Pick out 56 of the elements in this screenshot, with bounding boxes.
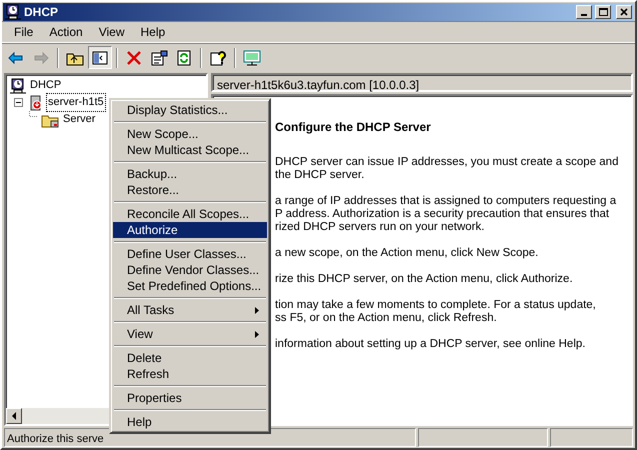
minimize-button[interactable] <box>576 5 592 19</box>
text-line: P address. Authorization is a security precaution that ensures that <box>275 208 610 221</box>
menu-item[interactable]: New Scope... <box>113 126 267 142</box>
monitor-icon <box>243 48 261 66</box>
menu-item[interactable]: Backup... <box>113 166 267 182</box>
maximize-icon <box>597 7 609 17</box>
collapse-icon[interactable] <box>14 98 23 107</box>
menu-item[interactable]: View <box>90 20 132 42</box>
details-heading: Configure the DHCP Server <box>275 119 432 136</box>
tree-item[interactable]: Server <box>62 111 96 128</box>
text-line: rize this DHCP server, on the Action menu, click Authorize. <box>275 273 574 286</box>
menu-item[interactable]: Properties <box>113 390 267 406</box>
menu-item[interactable]: Define User Classes... <box>113 246 267 262</box>
menu-item[interactable]: Help <box>132 20 174 42</box>
close-button[interactable] <box>616 5 632 19</box>
menu-item[interactable]: New Multicast Scope... <box>113 142 267 158</box>
menu-item[interactable]: View <box>113 326 267 342</box>
minimize-icon <box>581 14 587 16</box>
menu-item[interactable]: Set Predefined Options... <box>113 278 267 294</box>
tree-item[interactable]: server-h1t5 <box>47 94 105 111</box>
menu-item[interactable]: File <box>6 20 42 42</box>
menu-item[interactable]: Refresh <box>113 366 267 382</box>
properties-icon <box>150 48 168 66</box>
menu-item[interactable]: Display Statistics... <box>113 102 267 118</box>
scroll-left-button[interactable] <box>6 408 22 424</box>
details-header: server-h1t5k6u3.tayfun.com [10.0.0.3] <box>211 73 633 92</box>
window-title: DHCP <box>24 4 58 21</box>
menu-item[interactable]: All Tasks <box>113 302 267 318</box>
tree-item[interactable]: DHCP <box>29 77 62 94</box>
maximize-button[interactable] <box>595 5 611 19</box>
text-line: information about setting up a DHCP server, see online Help. <box>275 338 586 351</box>
menu-item[interactable]: Reconcile All Scopes... <box>113 206 267 222</box>
text-line: rized DHCP servers run on your network. <box>275 221 486 234</box>
text-line: a new scope, on the Action menu, click New Scope. <box>275 247 540 260</box>
delete-icon <box>125 48 143 66</box>
text-line: ss F5, or on the Action menu, click Refresh. <box>275 312 498 325</box>
help-icon <box>209 48 227 66</box>
text-line: the DHCP server. <box>275 169 366 182</box>
close-icon <box>618 7 630 17</box>
menu-item[interactable]: Define Vendor Classes... <box>113 262 267 278</box>
menu-item[interactable]: Restore... <box>113 182 267 198</box>
dotted-connector <box>29 111 38 117</box>
clock-computer-icon <box>10 78 26 94</box>
pane-toggle-button[interactable] <box>88 46 112 69</box>
submenu-arrow-icon <box>255 306 259 314</box>
left-arrow-icon <box>11 412 17 420</box>
submenu-arrow-icon <box>255 330 259 338</box>
refresh-icon <box>175 48 193 66</box>
pane-toggle-icon <box>91 48 109 66</box>
menu-item[interactable]: Delete <box>113 350 267 366</box>
text-line: DHCP server can issue IP addresses, you must create a scope and <box>275 156 620 169</box>
text-line: tion may take a few moments to complete. For a status update, <box>275 299 597 312</box>
menu-item[interactable]: Action <box>41 20 91 42</box>
menu-item[interactable]: Authorize <box>113 222 267 238</box>
text-line: a range of IP addresses that is assigned to computers requesting a <box>275 195 618 208</box>
menu-item[interactable]: Help <box>113 414 267 430</box>
